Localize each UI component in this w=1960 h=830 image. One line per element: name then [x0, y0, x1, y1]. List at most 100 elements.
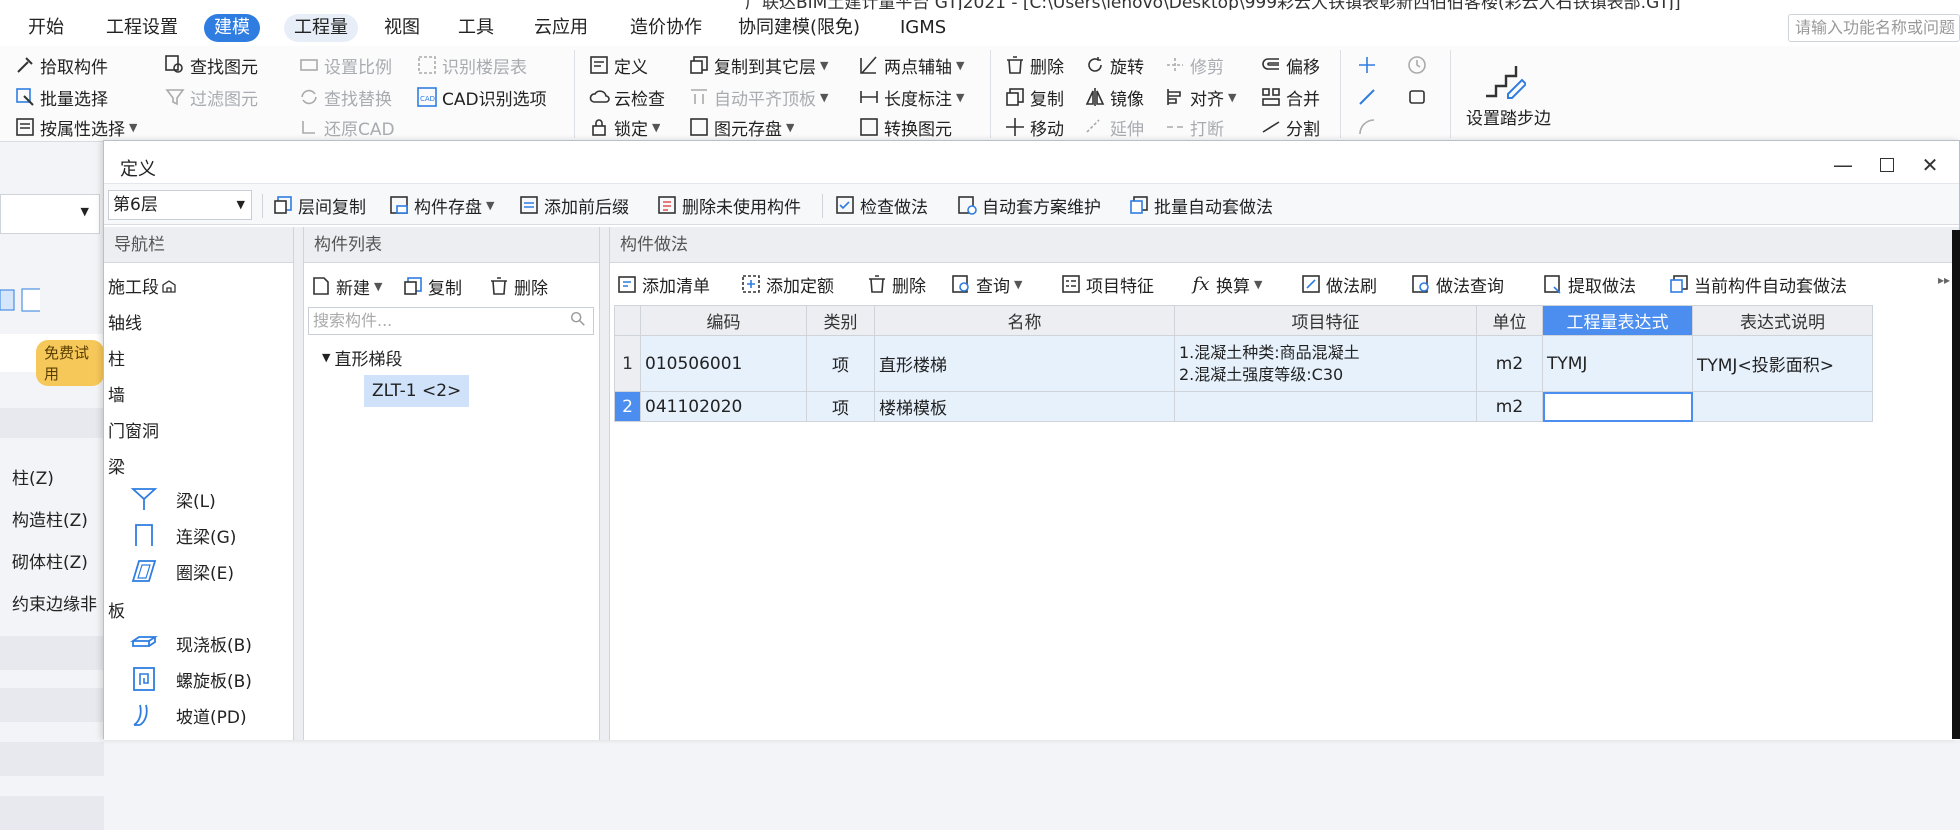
- cell-unit[interactable]: m2: [1476, 335, 1543, 392]
- delete-unused-button[interactable]: 删除未使用构件: [656, 192, 801, 218]
- batch-select-button[interactable]: 批量选择: [14, 82, 108, 112]
- menu-quantity[interactable]: 工程量: [284, 14, 358, 42]
- minimize-button[interactable]: —: [1829, 151, 1857, 179]
- pick-button[interactable]: 拾取构件: [14, 50, 108, 80]
- menu-igms[interactable]: IGMS: [890, 14, 956, 42]
- batch-auto-method-button[interactable]: 批量自动套做法: [1128, 192, 1273, 218]
- select-by-attr-button[interactable]: 按属性选择 ▼: [14, 114, 137, 140]
- trim-button[interactable]: 修剪: [1164, 50, 1224, 80]
- cell-expr-desc[interactable]: TYMJ<投影面积>: [1692, 335, 1873, 392]
- column-header-unit[interactable]: 单位: [1476, 305, 1543, 336]
- nav-item-wall[interactable]: 墙: [108, 381, 125, 406]
- new-component-button[interactable]: 新建 ▼: [310, 273, 382, 299]
- delete-method-button[interactable]: 删除: [866, 271, 926, 297]
- table-row[interactable]: 2 041102020 项 楼梯模板 m2: [614, 391, 1873, 422]
- column-header-type[interactable]: 类别: [806, 305, 875, 336]
- cloud-check-button[interactable]: 云检查: [588, 82, 665, 112]
- auto-scheme-maintain-button[interactable]: 自动套方案维护: [956, 192, 1101, 218]
- nav-item-slab[interactable]: 板: [108, 597, 125, 622]
- cell-type[interactable]: 项: [806, 335, 875, 392]
- nav-item-construction-section[interactable]: 施工段: [108, 273, 181, 298]
- menu-project-settings[interactable]: 工程设置: [96, 14, 188, 42]
- nav-sub-ring-beam[interactable]: 圈梁(E): [130, 557, 234, 585]
- add-prefix-suffix-button[interactable]: 添加前后缀: [518, 192, 629, 218]
- set-scale-button[interactable]: 设置比例: [298, 50, 392, 80]
- move-button[interactable]: 移动: [1004, 114, 1064, 140]
- column-header-feature[interactable]: 项目特征: [1174, 305, 1477, 336]
- floor-select[interactable]: 第6层 ▼: [108, 190, 252, 220]
- bg-list-toggle[interactable]: [0, 286, 45, 314]
- align-button[interactable]: 对齐 ▼: [1164, 82, 1236, 112]
- cell-name[interactable]: 楼梯模板: [874, 391, 1175, 422]
- pane-splitter[interactable]: [294, 227, 304, 740]
- query-button[interactable]: 查询 ▼: [950, 271, 1022, 297]
- offset-button[interactable]: 偏移: [1260, 50, 1320, 80]
- find-element-button[interactable]: 查找图元: [164, 50, 258, 80]
- cell-type[interactable]: 项: [806, 391, 875, 422]
- nav-item-beam[interactable]: 梁: [108, 453, 125, 478]
- copy-between-floors-button[interactable]: 层间复制: [272, 192, 366, 218]
- merge-button[interactable]: 合并: [1260, 82, 1320, 112]
- lock-button[interactable]: 锁定 ▼: [588, 114, 660, 140]
- cad-options-button[interactable]: CAD CAD识别选项: [416, 82, 547, 112]
- menu-collab-modeling[interactable]: 协同建模(限免): [728, 14, 870, 42]
- nav-sub-beam[interactable]: 梁(L): [130, 485, 216, 513]
- break-button[interactable]: 打断: [1164, 114, 1224, 140]
- bg-item-masonry-column[interactable]: 砌体柱(Z): [12, 548, 116, 573]
- row-number[interactable]: 2: [614, 391, 641, 422]
- function-search-input[interactable]: 请输入功能名称或问题: [1788, 14, 1960, 42]
- menu-cloud[interactable]: 云应用: [524, 14, 598, 42]
- convert-element-button[interactable]: 转换图元: [858, 114, 952, 140]
- delete-button[interactable]: 删除: [1004, 50, 1064, 80]
- column-header-expression[interactable]: 工程量表达式: [1542, 305, 1693, 336]
- two-point-axis-button[interactable]: 两点辅轴 ▼: [858, 50, 964, 80]
- background-floor-select[interactable]: ▼: [0, 194, 100, 234]
- cell-unit[interactable]: m2: [1476, 391, 1543, 422]
- length-dim-button[interactable]: 长度标注 ▼: [858, 82, 964, 112]
- split-button[interactable]: 分割: [1260, 114, 1320, 140]
- set-stair-step-button[interactable]: 设置踏步边: [1466, 52, 1552, 132]
- nav-item-axis[interactable]: 轴线: [108, 309, 142, 334]
- tree-item-zlt-1[interactable]: ZLT-1 <2>: [364, 375, 470, 407]
- circle-tool[interactable]: [1406, 50, 1432, 80]
- menu-start[interactable]: 开始: [18, 14, 74, 42]
- menu-tools[interactable]: 工具: [448, 14, 504, 42]
- cell-name[interactable]: 直形楼梯: [874, 335, 1175, 392]
- component-save-button[interactable]: 构件存盘 ▼: [388, 192, 494, 218]
- nav-sub-spiral-slab[interactable]: 螺旋板(B): [130, 665, 252, 693]
- table-row[interactable]: 1 010506001 项 直形楼梯 1.混凝土种类:商品混凝土 2.混凝土强度等…: [614, 335, 1873, 392]
- copy-button[interactable]: 复制: [1004, 82, 1064, 112]
- copy-to-floor-button[interactable]: 复制到其它层 ▼: [688, 50, 828, 80]
- menu-view[interactable]: 视图: [374, 14, 430, 42]
- delete-component-button[interactable]: 删除: [488, 273, 548, 299]
- cell-expression-editing[interactable]: [1542, 391, 1693, 422]
- method-query-button[interactable]: 做法查询: [1410, 271, 1504, 297]
- rectangle-tool[interactable]: [1406, 82, 1432, 112]
- bg-item-column[interactable]: 柱(Z): [12, 464, 116, 489]
- nav-item-column[interactable]: 柱: [108, 345, 125, 370]
- item-feature-button[interactable]: 项目特征: [1060, 271, 1154, 297]
- row-number[interactable]: 1: [614, 335, 641, 392]
- extract-method-button[interactable]: 提取做法: [1542, 271, 1636, 297]
- cell-code[interactable]: 041102020: [640, 391, 807, 422]
- auto-align-button[interactable]: 自动平齐顶板 ▼: [688, 82, 828, 112]
- extend-button[interactable]: 延伸: [1084, 114, 1144, 140]
- find-replace-button[interactable]: 查找替换: [298, 82, 392, 112]
- auto-apply-current-button[interactable]: 当前构件自动套做法: [1668, 271, 1847, 297]
- add-quota-button[interactable]: 添加定额: [740, 271, 834, 297]
- menu-modeling[interactable]: 建模: [204, 14, 260, 42]
- nav-sub-cast-slab[interactable]: 现浇板(B): [130, 629, 252, 657]
- convert-button[interactable]: 𝑓x 换算 ▼: [1190, 271, 1263, 297]
- recognize-floor-button[interactable]: 识别楼层表: [416, 50, 527, 80]
- cell-expression[interactable]: TYMJ: [1542, 335, 1693, 392]
- cell-feature[interactable]: [1174, 391, 1477, 422]
- component-search-input[interactable]: 搜索构件...: [308, 307, 594, 335]
- maximize-button[interactable]: [1873, 151, 1901, 179]
- pane-splitter[interactable]: [600, 227, 610, 740]
- copy-component-button[interactable]: 复制: [402, 273, 462, 299]
- nav-item-door-window[interactable]: 门窗洞: [108, 417, 159, 442]
- nav-sub-link-beam[interactable]: 连梁(G): [130, 521, 236, 549]
- define-button[interactable]: 定义: [588, 50, 648, 80]
- column-header-name[interactable]: 名称: [874, 305, 1175, 336]
- nav-sub-ramp[interactable]: 坡道(PD): [130, 701, 247, 729]
